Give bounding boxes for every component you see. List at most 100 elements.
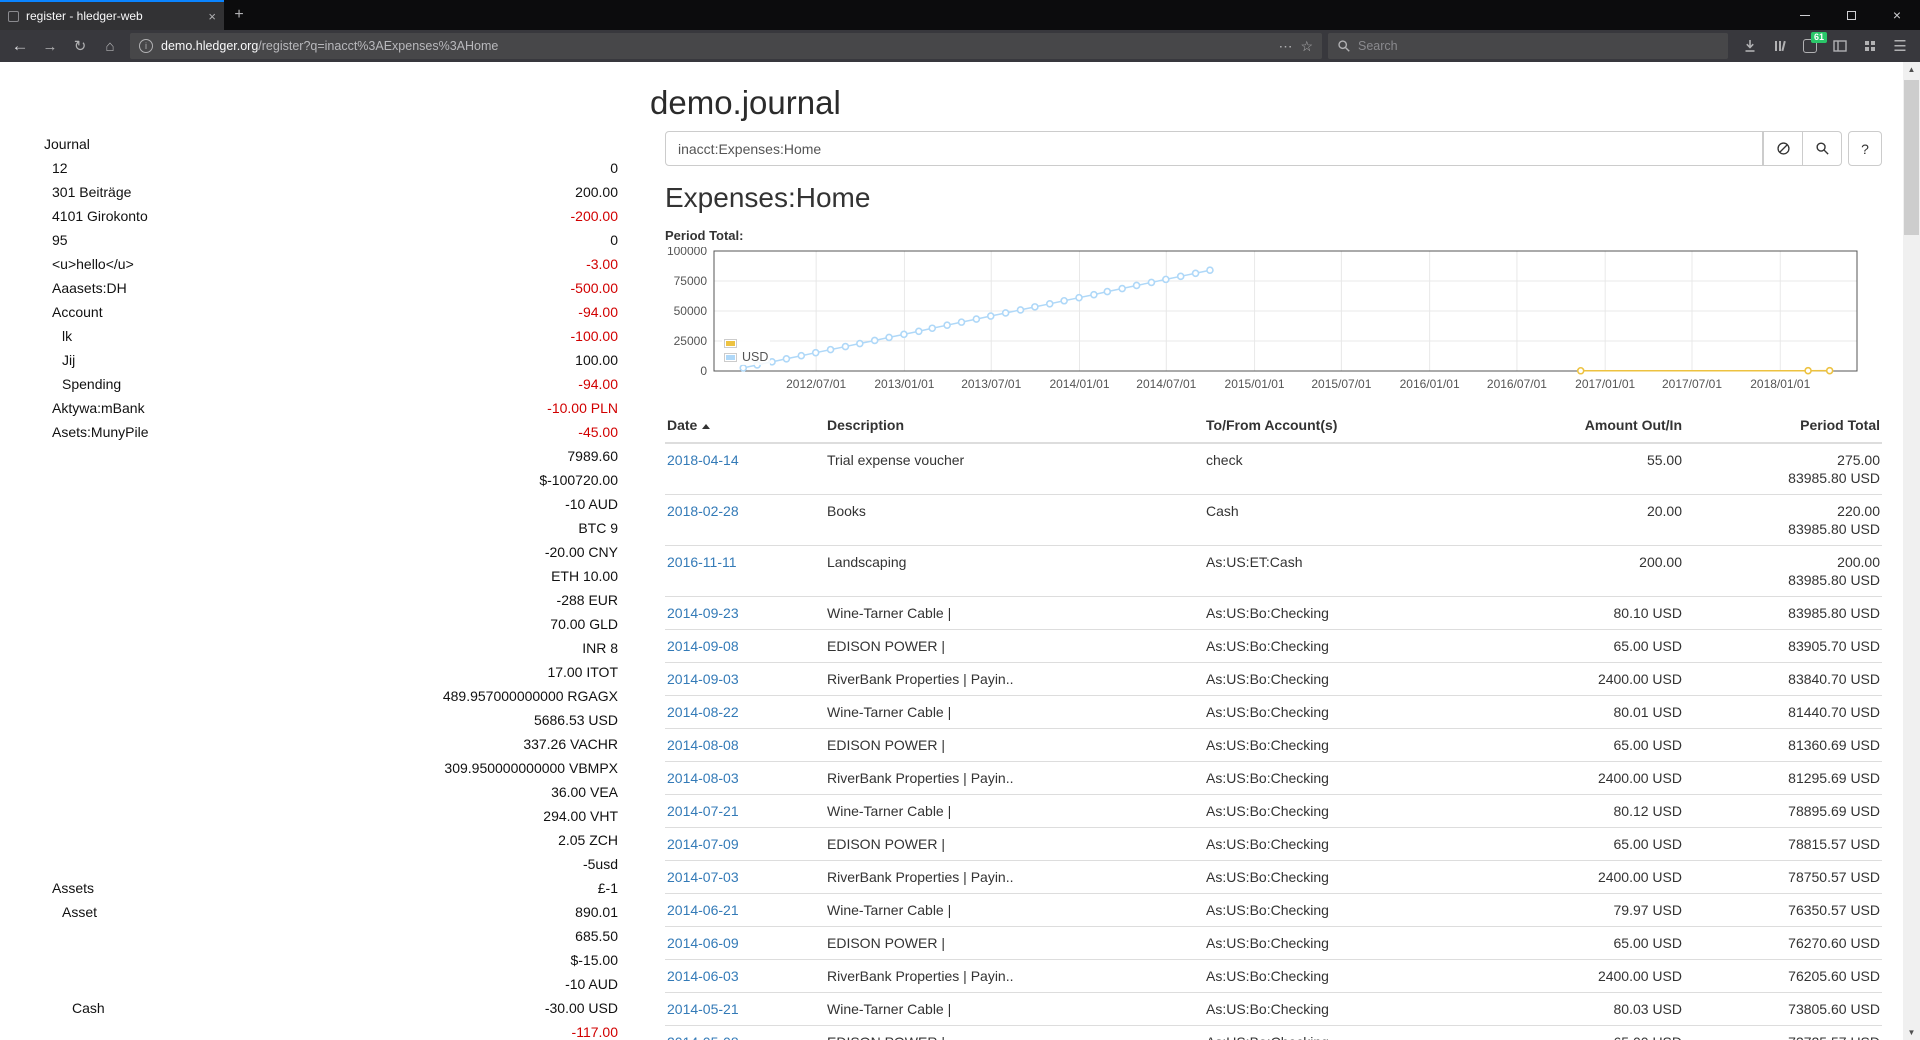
account-balance: -10 AUD: [565, 492, 618, 516]
transaction-date-link[interactable]: 2018-04-14: [667, 452, 739, 468]
account-link[interactable]: 301 Beiträge: [44, 180, 131, 204]
account-link[interactable]: Spending: [44, 372, 121, 396]
account-link[interactable]: 4101 Girokonto: [44, 204, 148, 228]
account-link[interactable]: 95: [44, 228, 68, 252]
sidebar-account-row: 950: [44, 228, 618, 252]
page-actions-icon[interactable]: ⋯: [1278, 38, 1292, 55]
account-link[interactable]: Assets: [44, 876, 94, 900]
new-tab-button[interactable]: +: [224, 0, 254, 30]
account-link[interactable]: Cash: [44, 996, 105, 1020]
transaction-account: As:US:Bo:Checking: [1204, 960, 1494, 993]
account-balance: 0: [610, 156, 618, 180]
sidebar-account-row: 309.950000000000 VBMPX: [44, 756, 618, 780]
sidebar-account-row: Cash-30.00 USD: [44, 996, 618, 1020]
account-link[interactable]: Aktywa:mBank: [44, 396, 145, 420]
transaction-date-link[interactable]: 2014-07-09: [667, 836, 739, 852]
account-link[interactable]: Account: [44, 300, 103, 324]
account-link[interactable]: Jij: [44, 348, 75, 372]
account-link[interactable]: Asets:MunyPile: [44, 420, 148, 444]
journal-link[interactable]: Journal: [44, 132, 90, 156]
library-button[interactable]: [1766, 33, 1794, 59]
site-info-icon[interactable]: i: [139, 39, 153, 53]
sidebar-account-row: -20.00 CNY: [44, 540, 618, 564]
transaction-date-link[interactable]: 2014-05-21: [667, 1001, 739, 1017]
register-row: 2014-08-08EDISON POWER |As:US:Bo:Checkin…: [665, 729, 1882, 762]
legend-label: USD: [737, 350, 768, 364]
sidebar-account-row: Aaasets:DH-500.00: [44, 276, 618, 300]
sidebar-toggle-button[interactable]: [1826, 33, 1854, 59]
clear-query-button[interactable]: [1763, 131, 1803, 166]
register-row: 2018-02-28BooksCash20.00220.0083985.80 U…: [665, 495, 1882, 546]
transaction-account: As:US:Bo:Checking: [1204, 663, 1494, 696]
transaction-date-link[interactable]: 2016-11-11: [667, 554, 737, 570]
bookmark-star-icon[interactable]: ☆: [1300, 38, 1313, 55]
query-input[interactable]: [665, 131, 1763, 166]
sidebar-account-row: INR 8: [44, 636, 618, 660]
account-label-empty: [44, 492, 52, 516]
apps-grid-button[interactable]: [1856, 33, 1884, 59]
column-header-account: To/From Account(s): [1204, 408, 1494, 443]
transaction-account: As:US:Bo:Checking: [1204, 762, 1494, 795]
scroll-up-icon[interactable]: ▲: [1903, 62, 1920, 77]
account-link[interactable]: <u>hello</u>: [44, 252, 134, 276]
account-link[interactable]: lk: [44, 324, 72, 348]
svg-text:2014/01/01: 2014/01/01: [1049, 377, 1109, 391]
tab-close-icon[interactable]: ×: [208, 10, 216, 23]
account-balance: 200.00: [575, 180, 618, 204]
svg-text:25000: 25000: [674, 334, 708, 348]
transaction-date-link[interactable]: 2014-09-23: [667, 605, 739, 621]
account-link[interactable]: Aaasets:DH: [44, 276, 127, 300]
transaction-date-link[interactable]: 2014-06-21: [667, 902, 739, 918]
transaction-date-link[interactable]: 2014-09-03: [667, 671, 739, 687]
transaction-account: As:US:Bo:Checking: [1204, 729, 1494, 762]
transaction-date-link[interactable]: 2014-08-08: [667, 737, 739, 753]
transaction-date-link[interactable]: 2014-09-08: [667, 638, 739, 654]
help-button[interactable]: ?: [1848, 131, 1882, 166]
period-total: 81360.69 USD: [1684, 729, 1882, 762]
column-header-date[interactable]: Date: [665, 408, 825, 443]
downloads-button[interactable]: [1736, 33, 1764, 59]
account-label-empty: [44, 708, 52, 732]
transaction-date-link[interactable]: 2014-06-09: [667, 935, 739, 951]
transaction-amount: 79.97 USD: [1494, 894, 1684, 927]
extension-button[interactable]: 61: [1796, 33, 1824, 59]
window-minimize-button[interactable]: [1782, 0, 1828, 30]
url-bar[interactable]: i demo.hledger.org/register?q=inacct%3AE…: [130, 33, 1322, 59]
reload-button[interactable]: ↻: [66, 33, 94, 59]
scrollbar-thumb[interactable]: [1904, 80, 1919, 235]
account-balance: £-1: [598, 876, 618, 900]
transaction-description: EDISON POWER |: [825, 630, 1204, 663]
period-total: 83905.70 USD: [1684, 630, 1882, 663]
forward-button[interactable]: →: [36, 33, 64, 59]
account-link[interactable]: 12: [44, 156, 68, 180]
transaction-date-link[interactable]: 2014-05-08: [667, 1034, 739, 1040]
transaction-date-link[interactable]: 2014-07-21: [667, 803, 739, 819]
account-balance: 17.00 ITOT: [547, 660, 618, 684]
transaction-date-link[interactable]: 2018-02-28: [667, 503, 739, 519]
transaction-date-link[interactable]: 2014-07-03: [667, 869, 739, 885]
sidebar-account-row: ETH 10.00: [44, 564, 618, 588]
sidebar-account-row: 7989.60: [44, 444, 618, 468]
vertical-scrollbar[interactable]: ▲ ▼: [1903, 62, 1920, 1040]
svg-text:50000: 50000: [674, 304, 708, 318]
menu-button[interactable]: ☰: [1886, 33, 1914, 59]
transaction-date-link[interactable]: 2014-08-22: [667, 704, 739, 720]
browser-search-bar[interactable]: Search: [1328, 33, 1728, 59]
browser-tab[interactable]: register - hledger-web ×: [0, 0, 224, 30]
submit-search-button[interactable]: [1802, 131, 1842, 166]
sidebar-account-row: 5686.53 USD: [44, 708, 618, 732]
transaction-date-link[interactable]: 2014-06-03: [667, 968, 739, 984]
back-button[interactable]: ←: [6, 33, 34, 59]
account-label-empty: [44, 564, 52, 588]
sidebar-account-row: 70.00 GLD: [44, 612, 618, 636]
transaction-account: As:US:Bo:Checking: [1204, 696, 1494, 729]
account-link[interactable]: Asset: [44, 900, 97, 924]
home-button[interactable]: ⌂: [96, 33, 124, 59]
apps-grid-icon: [1862, 38, 1878, 54]
window-close-button[interactable]: ×: [1874, 0, 1920, 30]
register-row: 2014-07-09EDISON POWER |As:US:Bo:Checkin…: [665, 828, 1882, 861]
page-title: demo.journal: [650, 84, 841, 122]
scroll-down-icon[interactable]: ▼: [1903, 1025, 1920, 1040]
window-maximize-button[interactable]: [1828, 0, 1874, 30]
transaction-date-link[interactable]: 2014-08-03: [667, 770, 739, 786]
